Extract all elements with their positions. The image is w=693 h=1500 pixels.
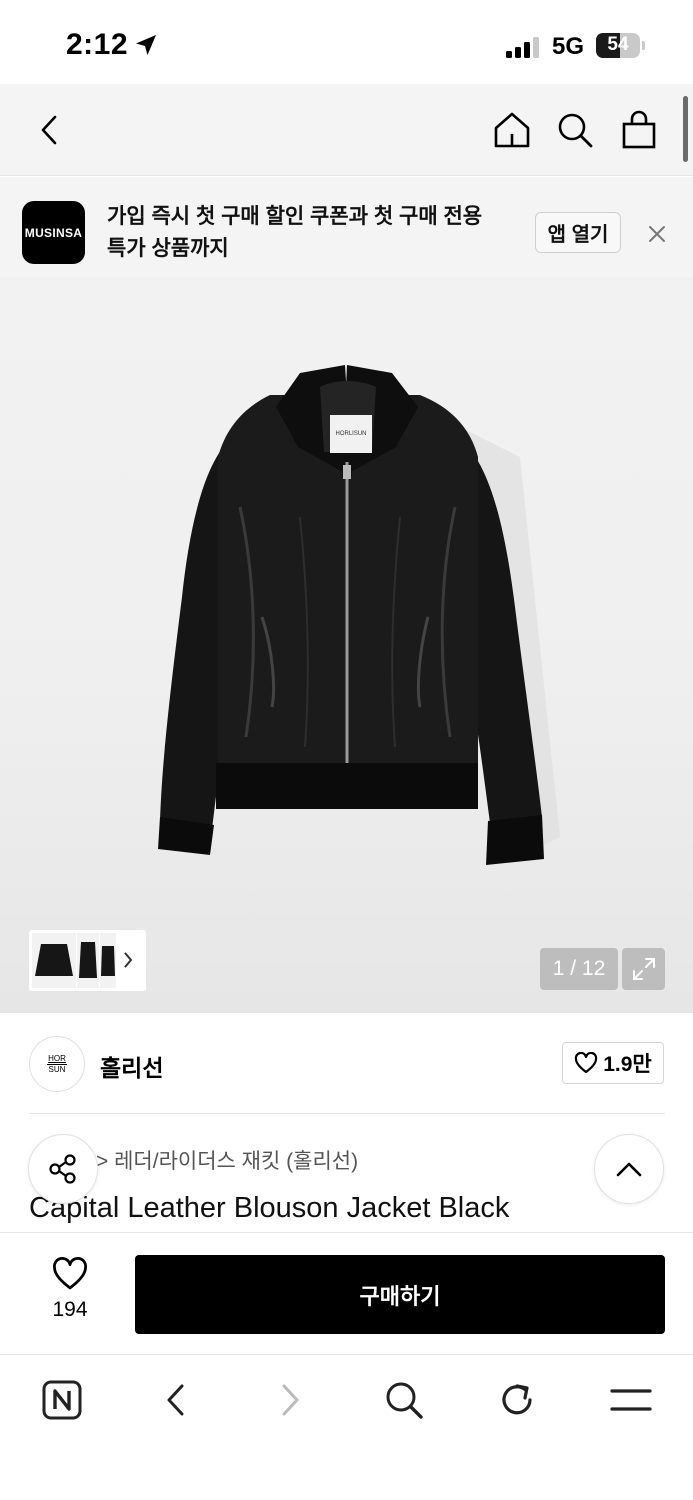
home-icon[interactable] [490, 106, 534, 154]
heart-icon [575, 1052, 598, 1074]
network-type: 5G [552, 33, 585, 60]
brand-row: HOR SUN 홀리선 1.9만 [0, 1013, 693, 1113]
purchase-bar: 194 구매하기 [0, 1232, 693, 1354]
share-icon [49, 1154, 76, 1184]
brand-avatar[interactable]: HOR SUN [29, 1036, 85, 1092]
brand-avatar-bottom: SUN [48, 1064, 66, 1074]
brand-like-button[interactable]: 1.9만 [562, 1042, 664, 1084]
thumbnail-images[interactable] [29, 930, 146, 991]
breadcrumb[interactable]: > 레더/라이더스 재킷 (홀리선) [96, 1145, 358, 1175]
cellular-signal-icon [506, 36, 542, 58]
browser-toolbar [0, 1354, 693, 1500]
naver-home-icon[interactable] [37, 1375, 87, 1425]
share-button[interactable] [28, 1134, 98, 1204]
product-gallery[interactable]: HORLISUN 1 / 12 [0, 277, 693, 1013]
browser-search-icon[interactable] [379, 1375, 429, 1425]
battery-tip [642, 41, 645, 50]
jacket-tag-text: HORLISUN [335, 431, 366, 437]
musinsa-logo: MUSINSA [22, 201, 85, 264]
battery-icon: 54 [596, 33, 640, 58]
image-counter: 1 / 12 [540, 948, 618, 990]
shopping-bag-icon[interactable] [617, 106, 661, 154]
brand-name[interactable]: 홀리선 [100, 1049, 163, 1083]
refresh-icon[interactable] [492, 1375, 542, 1425]
wishlist-count: 194 [52, 1298, 88, 1321]
search-icon[interactable] [553, 106, 597, 154]
divider [29, 1113, 665, 1114]
chevron-right-icon [124, 952, 133, 968]
wishlist-button[interactable]: 194 [40, 1257, 100, 1322]
buy-button[interactable]: 구매하기 [135, 1255, 665, 1334]
open-app-button[interactable]: 앱 열기 [535, 212, 621, 253]
brand-like-count: 1.9만 [603, 1053, 652, 1076]
browser-back-icon[interactable] [151, 1375, 201, 1425]
brand-avatar-top: HOR [48, 1053, 66, 1063]
menu-icon[interactable] [606, 1375, 656, 1425]
expand-icon[interactable] [622, 948, 665, 990]
banner-message: 가입 즉시 첫 구매 할인 쿠폰과 첫 구매 전용 특가 상품까지 [107, 205, 483, 260]
nav-header [0, 84, 693, 176]
scroll-top-button[interactable] [594, 1134, 664, 1204]
back-icon[interactable] [28, 106, 72, 154]
product-image[interactable]: HORLISUN [0, 277, 693, 917]
battery-percent: 54 [607, 34, 629, 55]
browser-forward-icon[interactable] [265, 1375, 315, 1425]
heart-icon [53, 1257, 87, 1290]
close-icon[interactable] [644, 221, 670, 247]
scrollbar-thumb[interactable] [683, 96, 688, 162]
product-title: Capital Leather Blouson Jacket Black [29, 1192, 510, 1224]
chevron-up-icon [616, 1162, 642, 1177]
status-time: 2:12 [66, 28, 129, 61]
app-install-banner: MUSINSA 가입 즉시 첫 구매 할인 쿠폰과 첫 구매 전용 특가 상품까… [0, 177, 693, 277]
status-bar: 2:12 5G 54 [0, 0, 693, 84]
thumbnail-strip[interactable] [29, 930, 146, 991]
location-arrow-icon [136, 35, 156, 55]
